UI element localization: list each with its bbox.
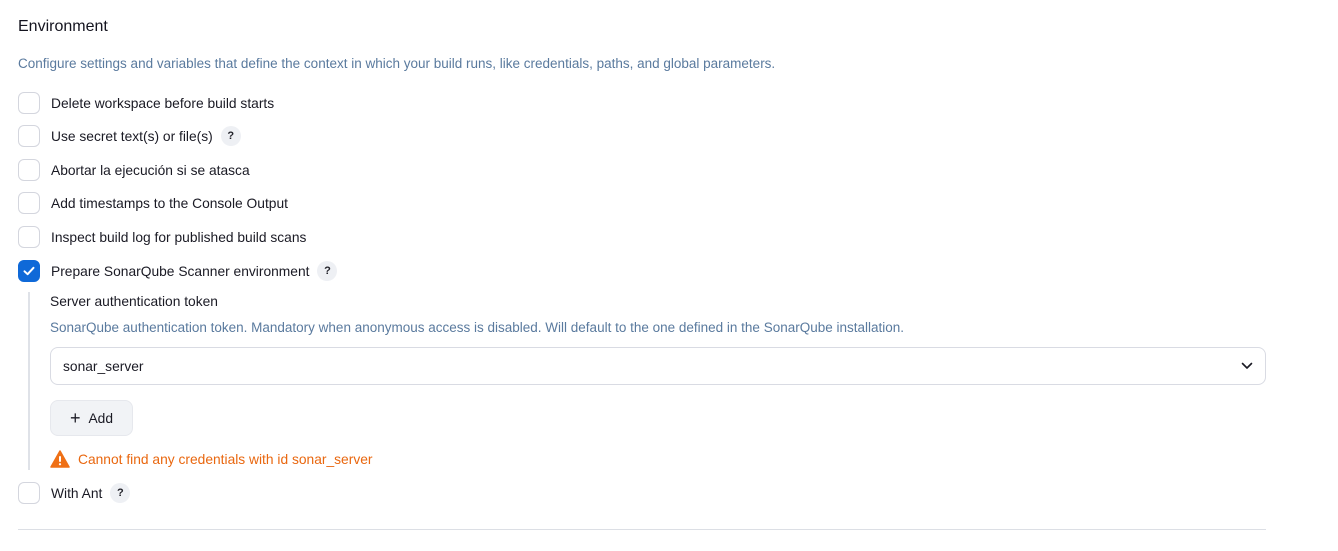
option-add-timestamps: Add timestamps to the Console Output xyxy=(18,191,288,215)
option-label[interactable]: Abortar la ejecución si se atasca xyxy=(51,163,250,178)
help-icon[interactable]: ? xyxy=(110,483,131,503)
option-label[interactable]: Inspect build log for published build sc… xyxy=(51,230,306,245)
option-with-ant: With Ant ? xyxy=(18,481,131,505)
option-label[interactable]: Prepare SonarQube Scanner environment xyxy=(51,264,309,279)
checkmark-icon xyxy=(23,266,35,276)
option-label[interactable]: Use secret text(s) or file(s) xyxy=(51,129,213,144)
chevron-down-icon xyxy=(1241,362,1253,369)
checkbox-abort-if-stuck[interactable] xyxy=(18,159,40,181)
option-label[interactable]: Delete workspace before build starts xyxy=(51,96,274,111)
plus-icon: + xyxy=(69,408,81,428)
token-description: SonarQube authentication token. Mandator… xyxy=(50,320,905,335)
credential-select[interactable]: sonar_server xyxy=(50,347,1266,385)
add-button-label: Add xyxy=(88,410,114,426)
warning-icon xyxy=(50,450,70,468)
option-inspect-build-log: Inspect build log for published build sc… xyxy=(18,225,306,249)
help-icon[interactable]: ? xyxy=(317,261,338,281)
sonarqube-settings: Server authentication token SonarQube au… xyxy=(28,292,1266,470)
environment-section: Environment Configure settings and varia… xyxy=(18,0,1266,551)
add-credential-button[interactable]: + Add xyxy=(50,400,133,436)
section-description: Configure settings and variables that de… xyxy=(18,56,776,71)
option-label[interactable]: With Ant xyxy=(51,486,102,501)
option-sonarqube-env: Prepare SonarQube Scanner environment ? xyxy=(18,259,338,283)
option-delete-workspace: Delete workspace before build starts xyxy=(18,91,274,115)
checkbox-with-ant[interactable] xyxy=(18,482,40,504)
warning-text: Cannot find any credentials with id sona… xyxy=(78,451,373,467)
checkbox-sonarqube-env[interactable] xyxy=(18,260,40,282)
help-icon[interactable]: ? xyxy=(220,126,241,146)
section-title: Environment xyxy=(18,18,108,35)
credential-select-value: sonar_server xyxy=(63,358,144,374)
option-label[interactable]: Add timestamps to the Console Output xyxy=(51,196,288,211)
checkbox-add-timestamps[interactable] xyxy=(18,192,40,214)
token-label: Server authentication token xyxy=(50,294,218,309)
section-divider xyxy=(18,529,1266,530)
checkbox-inspect-build-log[interactable] xyxy=(18,226,40,248)
option-abort-if-stuck: Abortar la ejecución si se atasca xyxy=(18,158,250,182)
option-use-secret: Use secret text(s) or file(s) ? xyxy=(18,124,241,148)
checkbox-delete-workspace[interactable] xyxy=(18,92,40,114)
checkbox-use-secret[interactable] xyxy=(18,125,40,147)
credential-warning: Cannot find any credentials with id sona… xyxy=(50,450,373,468)
